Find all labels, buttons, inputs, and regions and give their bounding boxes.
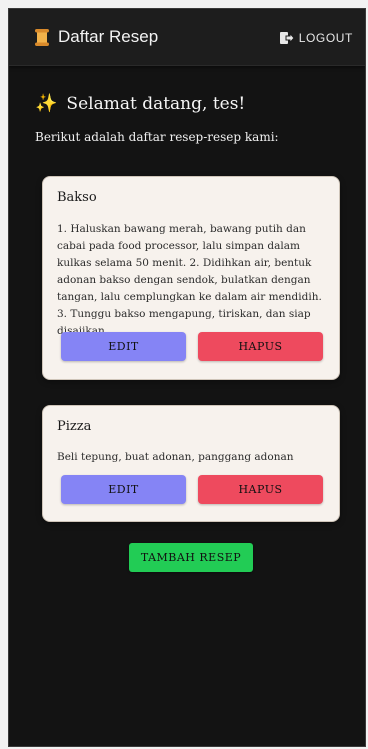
scroll-icon <box>35 28 49 46</box>
edit-button[interactable]: EDIT <box>61 475 186 504</box>
add-recipe-button[interactable]: TAMBAH RESEP <box>129 543 253 572</box>
logout-button[interactable]: LOGOUT <box>279 31 353 45</box>
delete-button[interactable]: HAPUS <box>198 332 323 361</box>
recipe-title: Pizza <box>57 419 92 434</box>
delete-button[interactable]: HAPUS <box>198 475 323 504</box>
navbar: Daftar Resep LOGOUT <box>9 9 365 66</box>
recipe-title: Bakso <box>57 190 97 205</box>
recipe-card: Pizza Beli tepung, buat adonan, panggang… <box>42 405 340 522</box>
welcome-text: Selamat datang, tes! <box>66 93 246 114</box>
navbar-brand[interactable]: Daftar Resep <box>35 27 158 47</box>
logout-label: LOGOUT <box>298 31 353 45</box>
welcome-heading: ✨ Selamat datang, tes! <box>35 93 245 114</box>
recipe-description: 1. Haluskan bawang merah, bawang putih d… <box>57 223 322 337</box>
edit-button[interactable]: EDIT <box>61 332 186 361</box>
app-window: Daftar Resep LOGOUT ✨ Selamat datang, te… <box>8 8 366 747</box>
logout-icon <box>279 32 295 44</box>
sparkles-icon: ✨ <box>35 93 58 114</box>
navbar-title: Daftar Resep <box>58 27 159 46</box>
recipe-card: Bakso 1. Haluskan bawang merah, bawang p… <box>42 176 340 380</box>
welcome-subtitle: Berikut adalah daftar resep-resep kami: <box>35 130 279 144</box>
recipe-description: Beli tepung, buat adonan, panggang adona… <box>57 451 294 463</box>
